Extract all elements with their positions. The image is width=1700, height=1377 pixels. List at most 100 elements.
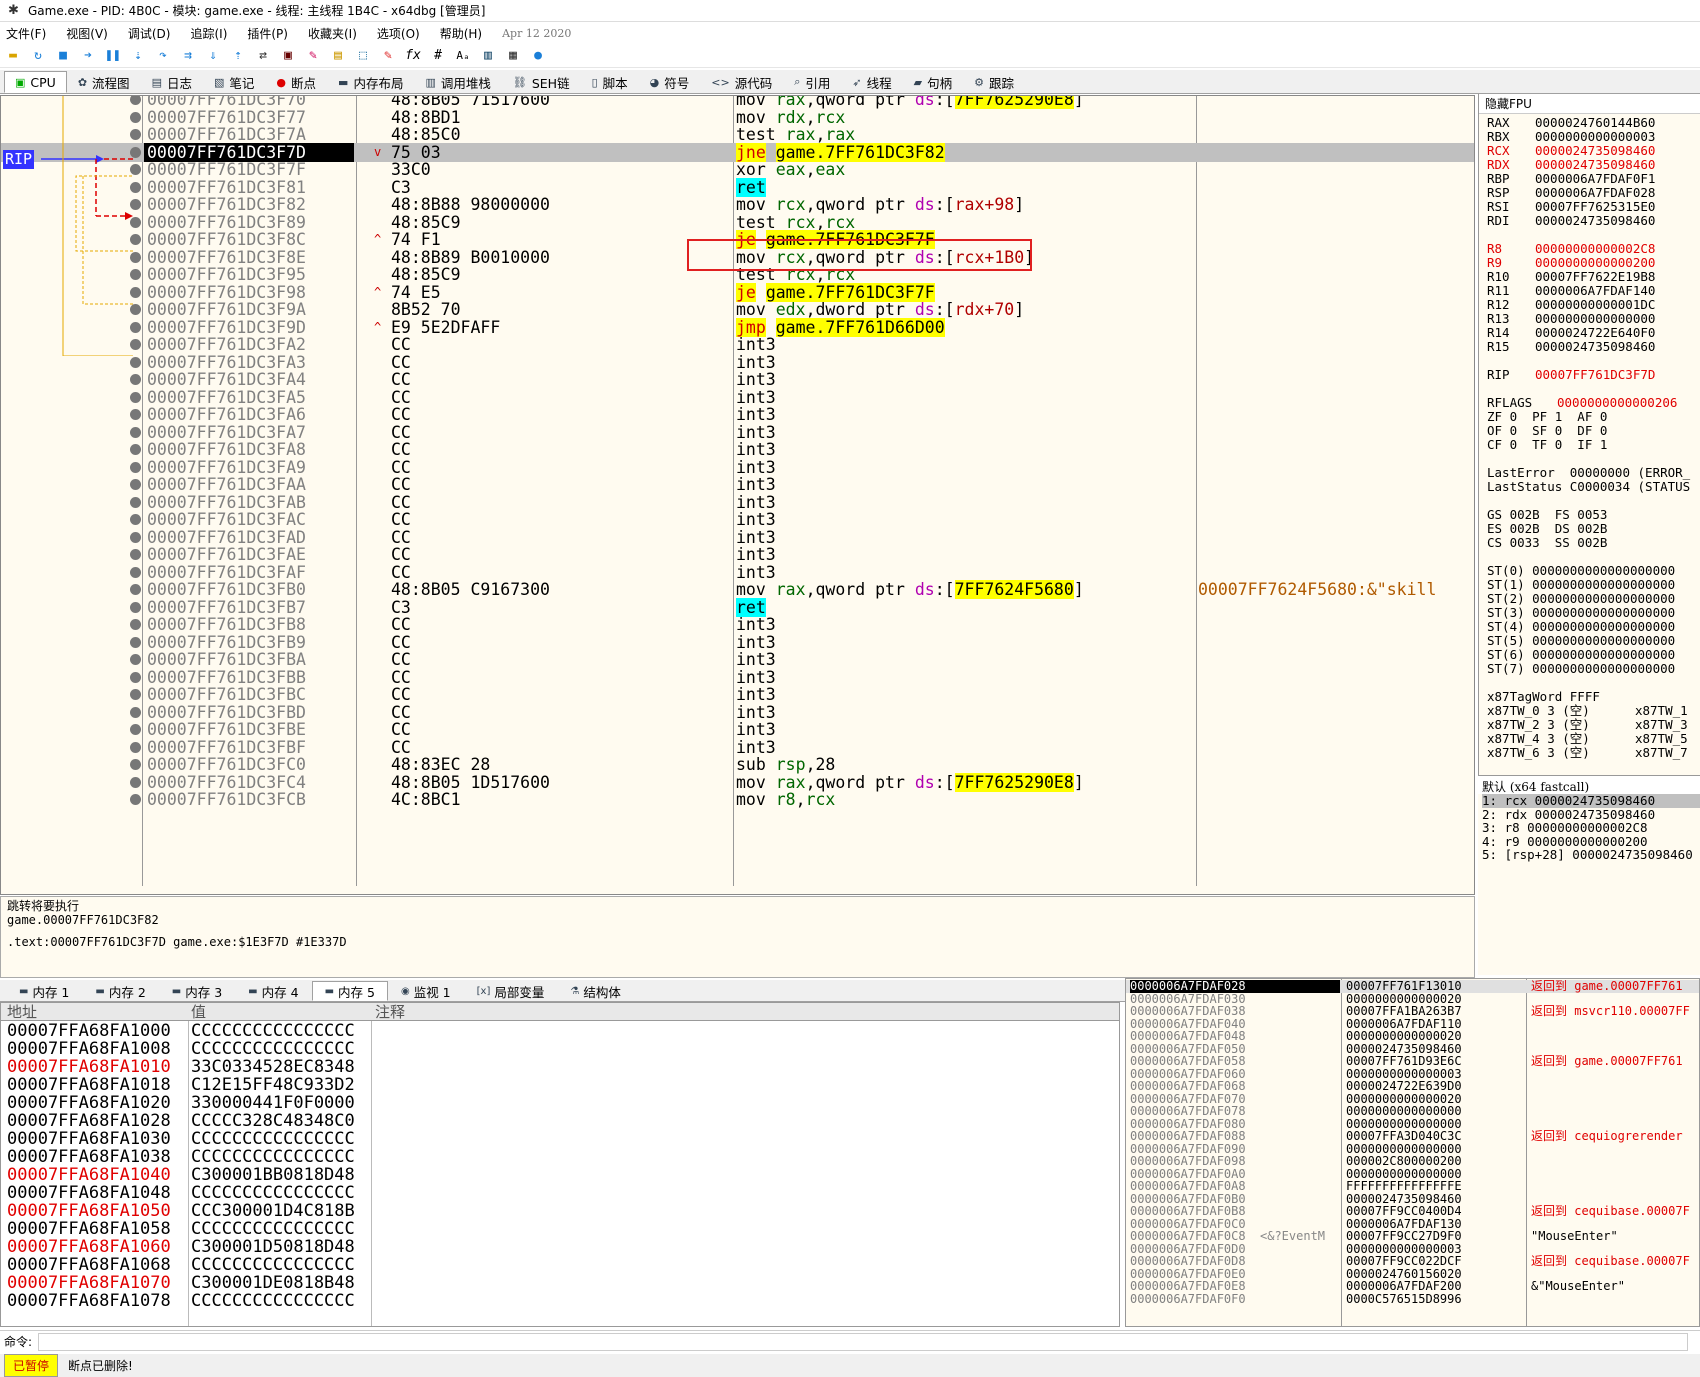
disasm-row[interactable]: 00007FF761DC3F7F 33C0 xor eax,eax [1, 160, 1474, 179]
menu-item[interactable]: 插件(P) [247, 25, 288, 42]
disasm-row[interactable]: 00007FF761DC3FAF CC int3 [1, 563, 1474, 582]
register-row[interactable]: RSP 0000006A7FDAF028 [1487, 186, 1655, 200]
menu-item[interactable]: 调试(D) [128, 25, 171, 42]
memory-tab[interactable]: ▬ 内存 2 [82, 981, 158, 1001]
trace-over-icon[interactable]: ⇓ [204, 47, 222, 65]
run-icon[interactable]: ➔ [79, 47, 97, 65]
pause-icon[interactable]: ❚❚ [104, 47, 122, 65]
argument-row[interactable]: 1: rcx 0000024735098460 [1482, 794, 1700, 808]
argument-row[interactable]: 5: [rsp+28] 0000024735098460 [1482, 848, 1700, 862]
call-convention-header[interactable]: 默认 (x64 fastcall) [1478, 776, 1700, 794]
breakpoint-dot[interactable] [130, 584, 141, 595]
register-row[interactable]: R10 00007FF7622E19B8 [1487, 270, 1655, 284]
dump-header-comment[interactable]: 注释 [375, 1003, 405, 1021]
breakpoint-dot[interactable] [130, 759, 141, 770]
disasm-row[interactable]: 00007FF761DC3F77 48:8BD1 mov rdx,rcx [1, 108, 1474, 127]
hide-fpu-toggle[interactable]: 隐藏FPU [1479, 94, 1700, 114]
register-row[interactable]: RBP 0000006A7FDAF0F1 [1487, 172, 1655, 186]
disasm-row[interactable]: 00007FF761DC3FB9 CC int3 [1, 633, 1474, 652]
disasm-row[interactable]: 00007FF761DC3F9D ^ E9 5E2DFAFF jmp game.7FF… [1, 317, 1474, 337]
fpu-row[interactable]: ST(5) 0000000000000000000 [1487, 634, 1675, 648]
memory-tab[interactable]: ▬ 内存 5 [311, 981, 388, 1001]
disasm-row[interactable]: 00007FF761DC3FBB CC int3 [1, 668, 1474, 687]
memory-tab[interactable]: ▬ 内存 3 [159, 981, 235, 1001]
register-row[interactable]: RCX 0000024735098460 [1487, 144, 1655, 158]
globe-icon[interactable]: ● [529, 47, 547, 65]
fpu-row[interactable]: ST(6) 0000000000000000000 [1487, 648, 1675, 662]
tab-graph[interactable]: ✿ 流程图 [67, 71, 141, 93]
tab-script[interactable]: ▯ 脚本 [581, 71, 639, 93]
x87-tag-row[interactable]: x87TW_2 3 (空) x87TW_3 [1487, 718, 1688, 732]
disassembly-view[interactable]: 00007FF761DC3F70 48:8B05 71517600 mov rax,… [0, 95, 1475, 895]
tab-log[interactable]: ▤ 日志 [141, 71, 203, 93]
breakpoint-dot[interactable] [130, 374, 141, 385]
breakpoint-dot[interactable] [130, 409, 141, 420]
breakpoint-dot[interactable] [130, 356, 141, 368]
tab-seh[interactable]: ⛓ SEH链 [502, 71, 581, 93]
register-row[interactable]: R8 00000000000002C8 [1487, 242, 1655, 256]
disasm-row[interactable]: 00007FF761DC3FAB CC int3 [1, 493, 1474, 512]
fpu-row[interactable]: ST(2) 0000000000000000000 [1487, 592, 1675, 606]
tab-cpu[interactable]: ▣ CPU [4, 71, 67, 93]
dump-header-address[interactable]: 地址 [7, 1003, 37, 1021]
close-icon[interactable]: ■ [54, 47, 72, 65]
menu-item[interactable]: 视图(V) [66, 25, 108, 42]
disasm-row[interactable]: 00007FF761DC3FBF CC int3 [1, 738, 1474, 757]
register-row[interactable]: R11 0000006A7FDAF140 [1487, 284, 1655, 298]
step-over-icon[interactable]: ↷ [154, 47, 172, 65]
tab-memory-map[interactable]: ▬ 内存布局 [327, 71, 414, 93]
breakpoint-dot[interactable] [130, 776, 141, 788]
breakpoint-dot[interactable] [130, 654, 141, 665]
register-row[interactable]: R13 0000000000000000 [1487, 312, 1655, 326]
register-row[interactable]: RSI 00007FF7625315E0 [1487, 200, 1655, 214]
patch-icon[interactable]: ✎ [304, 47, 322, 65]
register-row[interactable]: R12 00000000000001DC [1487, 298, 1655, 312]
breakpoint-dot[interactable] [130, 601, 141, 613]
breakpoint-dot[interactable] [130, 444, 141, 455]
disasm-row[interactable]: 00007FF761DC3FAA CC int3 [1, 475, 1474, 494]
breakpoint-dot[interactable] [130, 689, 141, 700]
disasm-row[interactable]: 00007FF761DC3FBD CC int3 [1, 703, 1474, 722]
breakpoint-dot[interactable] [130, 741, 141, 753]
disasm-row[interactable]: 00007FF761DC3FA2 CC int3 [1, 335, 1474, 354]
argument-row[interactable]: 3: r8 00000000000002C8 [1482, 821, 1700, 835]
breakpoint-dot[interactable] [130, 549, 141, 560]
tab-references[interactable]: ⌕ 引用 [783, 71, 841, 93]
register-row[interactable]: RDI 0000024735098460 [1487, 214, 1655, 228]
menu-item[interactable]: 追踪(I) [190, 25, 227, 42]
label-icon[interactable]: ⬚ [354, 47, 372, 65]
scylla-icon[interactable]: ▣ [279, 47, 297, 65]
memory-tab[interactable]: ◉ 监视 1 [388, 981, 464, 1001]
register-row[interactable]: R14 0000024722E640F0 [1487, 326, 1655, 340]
disasm-row[interactable]: 00007FF761DC3F81 C3 ret [1, 177, 1474, 197]
dump-header-value[interactable]: 值 [191, 1003, 206, 1021]
disasm-row[interactable]: 00007FF761DC3FB8 CC int3 [1, 615, 1474, 634]
x87-tag-row[interactable]: x87TW_6 3 (空) x87TW_7 [1487, 746, 1688, 760]
call-convention-panel[interactable]: 默认 (x64 fastcall) 1: rcx 000002473509846… [1478, 775, 1700, 975]
breakpoint-dot[interactable] [130, 619, 141, 630]
step-into-icon[interactable]: ⇣ [129, 47, 147, 65]
strings-icon[interactable]: ▥ [479, 47, 497, 65]
stack-row[interactable]: 0000006A7FDAF0F0 0000C576515D8996 [1126, 1292, 1699, 1306]
flags-row[interactable]: CF 0 TF 0 IF 1 [1487, 438, 1607, 452]
fpu-row[interactable]: ST(1) 0000000000000000000 [1487, 578, 1675, 592]
disasm-row[interactable]: 00007FF761DC3F7A 48:85C0 test rax,rax [1, 125, 1474, 144]
segment-row[interactable]: ES 002B DS 002B [1487, 522, 1607, 536]
x87-tag-row[interactable]: x87TW_0 3 (空) x87TW_1 [1487, 704, 1688, 718]
flags-row[interactable]: ZF 0 PF 1 AF 0 [1487, 410, 1607, 424]
disasm-row[interactable]: 00007FF761DC3F9A 8B52 70 mov edx,dword ptr… [1, 300, 1474, 319]
register-row[interactable]: R9 0000000000000200 [1487, 256, 1655, 270]
tab-breakpoint[interactable]: ● 断点 [265, 71, 327, 93]
disasm-row[interactable]: 00007FF761DC3FCB 4C:8BC1 mov r8,rcx [1, 790, 1474, 809]
disasm-row[interactable]: 00007FF761DC3FBE CC int3 [1, 720, 1474, 739]
segment-row[interactable]: CS 0033 SS 002B [1487, 536, 1607, 550]
breakpoint-dot[interactable] [130, 496, 141, 508]
disasm-row[interactable]: 00007FF761DC3FC4 48:8B05 1D517600 mov rax,… [1, 772, 1474, 792]
memory-tab[interactable]: ▬ 内存 1 [6, 981, 82, 1001]
disasm-row[interactable]: 00007FF761DC3FAE CC int3 [1, 545, 1474, 564]
tab-source[interactable]: <> 源代码 [700, 71, 783, 93]
tab-handles[interactable]: ▰ 句柄 [903, 71, 963, 93]
hash-icon[interactable]: # [429, 47, 447, 65]
breakpoint-dot[interactable] [130, 531, 141, 543]
disasm-row[interactable]: 00007FF761DC3F7D v 75 03 jne game.7FF761DC3… [1, 142, 1474, 162]
